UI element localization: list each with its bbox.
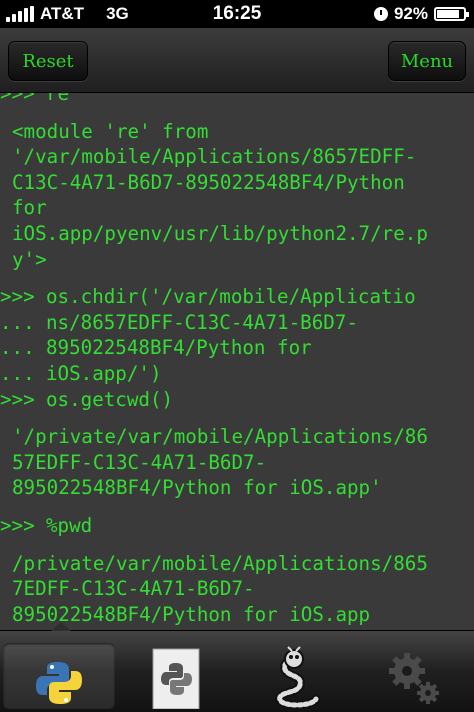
console-output-line: 7EDFF-C13C-4A71-B6D7- <box>12 576 255 602</box>
menu-button[interactable]: Menu <box>388 41 466 81</box>
console-output-line: '/private/var/mobile/Applications/86 <box>12 424 428 450</box>
console-command-text: re <box>46 93 70 105</box>
tab-settings[interactable] <box>357 643 469 709</box>
console-output-text: iOS.app/pyenv/usr/lib/python2.7/re.p <box>12 222 428 245</box>
reset-button[interactable]: Reset <box>8 41 88 81</box>
console-prompt: ... <box>0 362 35 385</box>
console-output-text: '/var/mobile/Applications/8657EDFF- <box>12 145 417 169</box>
console-input-line: >>> os.getcwd() <box>0 387 173 413</box>
console-output-text: y'> <box>12 247 47 271</box>
console-prompt: >>> <box>0 93 35 105</box>
console-prompt: >>> <box>0 285 35 309</box>
console-output-line: for <box>12 195 47 221</box>
console-output-text: <module 're' from <box>12 119 209 143</box>
console-prompt: >>> <box>0 514 35 537</box>
console-prompt: ... <box>0 336 35 360</box>
status-bar: AT&T 3G 16:25 92% <box>0 0 474 28</box>
console-output-line: <module 're' from <box>12 119 208 145</box>
console-input-line: >>> os.chdir('/var/mobile/Applicatio <box>0 284 416 310</box>
console-command-text: iOS.app/') <box>46 362 162 385</box>
console-output-line: /private/var/mobile/Applications/865 <box>12 551 428 577</box>
console-prompt: >>> <box>0 387 35 411</box>
console-output-line: C13C-4A71-B6D7-895022548BF4/Python <box>12 170 405 196</box>
tab-bar <box>0 622 474 712</box>
console-output-text: C13C-4A71-B6D7-895022548BF4/Python <box>12 170 405 194</box>
tab-python-console[interactable] <box>3 643 115 709</box>
console-command-text: 895022548BF4/Python for <box>46 336 312 360</box>
console-output-line: 57EDFF-C13C-4A71-B6D7- <box>12 450 266 476</box>
console-input-line: ... 895022548BF4/Python for <box>0 335 312 361</box>
console-output[interactable]: >>> re <module 're' from '/var/mobile/Appli… <box>0 93 474 630</box>
tab-indicator-notch <box>51 622 71 631</box>
navigation-bar: Reset Menu <box>0 28 474 93</box>
console-output-line: '/var/mobile/Applications/8657EDFF- <box>12 144 416 170</box>
gears-icon <box>389 653 439 704</box>
console-output-line: y'> <box>12 247 47 273</box>
alarm-clock-icon <box>373 7 388 21</box>
battery-percent: 92% <box>393 4 428 23</box>
battery-fill <box>437 10 459 18</box>
console-output-text: 7EDFF-C13C-4A71-B6D7- <box>12 577 255 601</box>
battery-icon <box>434 7 469 21</box>
console-output-text: 57EDFF-C13C-4A71-B6D7- <box>12 450 267 474</box>
console-output-line: iOS.app/pyenv/usr/lib/python2.7/re.p <box>12 221 428 247</box>
python-script-document-icon <box>152 648 200 709</box>
snake-icon <box>275 646 321 709</box>
python-logo-icon <box>36 662 82 704</box>
console-command-text: os.chdir('/var/mobile/Applicatio <box>46 285 416 309</box>
console-output-text: /private/var/mobile/Applications/865 <box>12 551 428 575</box>
console-output-text: '/private/var/mobile/Applications/86 <box>12 425 428 449</box>
console-input-line: ... iOS.app/') <box>0 361 162 387</box>
console-command-text: ns/8657EDFF-C13C-4A71-B6D7- <box>46 310 358 334</box>
console-output-line: 895022548BF4/Python for iOS.app' <box>12 475 382 501</box>
console-command-text: %pwd <box>46 514 93 537</box>
console-input-line: ... ns/8657EDFF-C13C-4A71-B6D7- <box>0 310 358 336</box>
status-right: 92% <box>373 4 469 24</box>
console-command-text: os.getcwd() <box>46 387 174 411</box>
console-output-text: for <box>12 196 47 220</box>
console-input-line: >>> %pwd <box>0 513 92 539</box>
tab-examples[interactable] <box>240 643 352 709</box>
console-input-line: >>> re <box>0 93 69 107</box>
console-prompt: ... <box>0 310 35 334</box>
console-output-text: 895022548BF4/Python for iOS.app' <box>12 476 382 500</box>
tab-scripts[interactable] <box>120 643 232 709</box>
